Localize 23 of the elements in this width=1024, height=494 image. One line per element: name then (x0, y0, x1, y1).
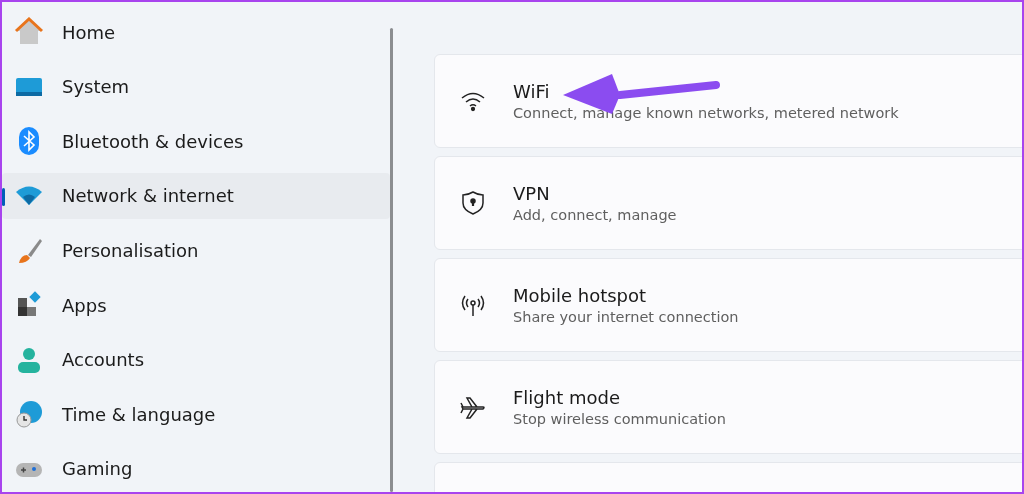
sidebar-item[interactable]: Home (2, 9, 390, 56)
sidebar-item[interactable]: Time & language (2, 390, 390, 438)
setting-title: Mobile hotspot (513, 285, 648, 306)
sidebar-item[interactable]: Gaming (2, 445, 390, 492)
sidebar-item[interactable]: Network & internet (2, 172, 390, 220)
shield-lock-icon (459, 189, 487, 217)
sidebar-item[interactable]: Apps (2, 281, 390, 329)
settings-card[interactable]: VPN Add, connect, manage (434, 156, 1022, 250)
setting-title: VPN (513, 183, 551, 204)
sidebar-item[interactable]: Bluetooth & devices (2, 118, 390, 165)
setting-description: Connect, manage known networks, metered network (513, 105, 899, 121)
sidebar-item[interactable]: Personalisation (2, 227, 390, 274)
setting-description: Stop wireless communication (513, 411, 726, 427)
sidebar-item[interactable]: System (2, 63, 390, 111)
sidebar-item[interactable]: Accounts (2, 336, 390, 383)
setting-description: Share your internet connection (513, 309, 739, 325)
settings-card[interactable]: WiFi Connect, manage known networks, metered network (434, 54, 1022, 148)
setting-description: Add, connect, manage (513, 207, 677, 223)
setting-title: Flight mode (513, 387, 621, 408)
settings-card[interactable]: Mobile hotspot Share your internet connection (434, 258, 1022, 352)
setting-title: WiFi (513, 81, 551, 102)
settings-card[interactable]: Flight mode Stop wireless communication (434, 360, 1022, 454)
globe-clock-icon (14, 399, 44, 430)
